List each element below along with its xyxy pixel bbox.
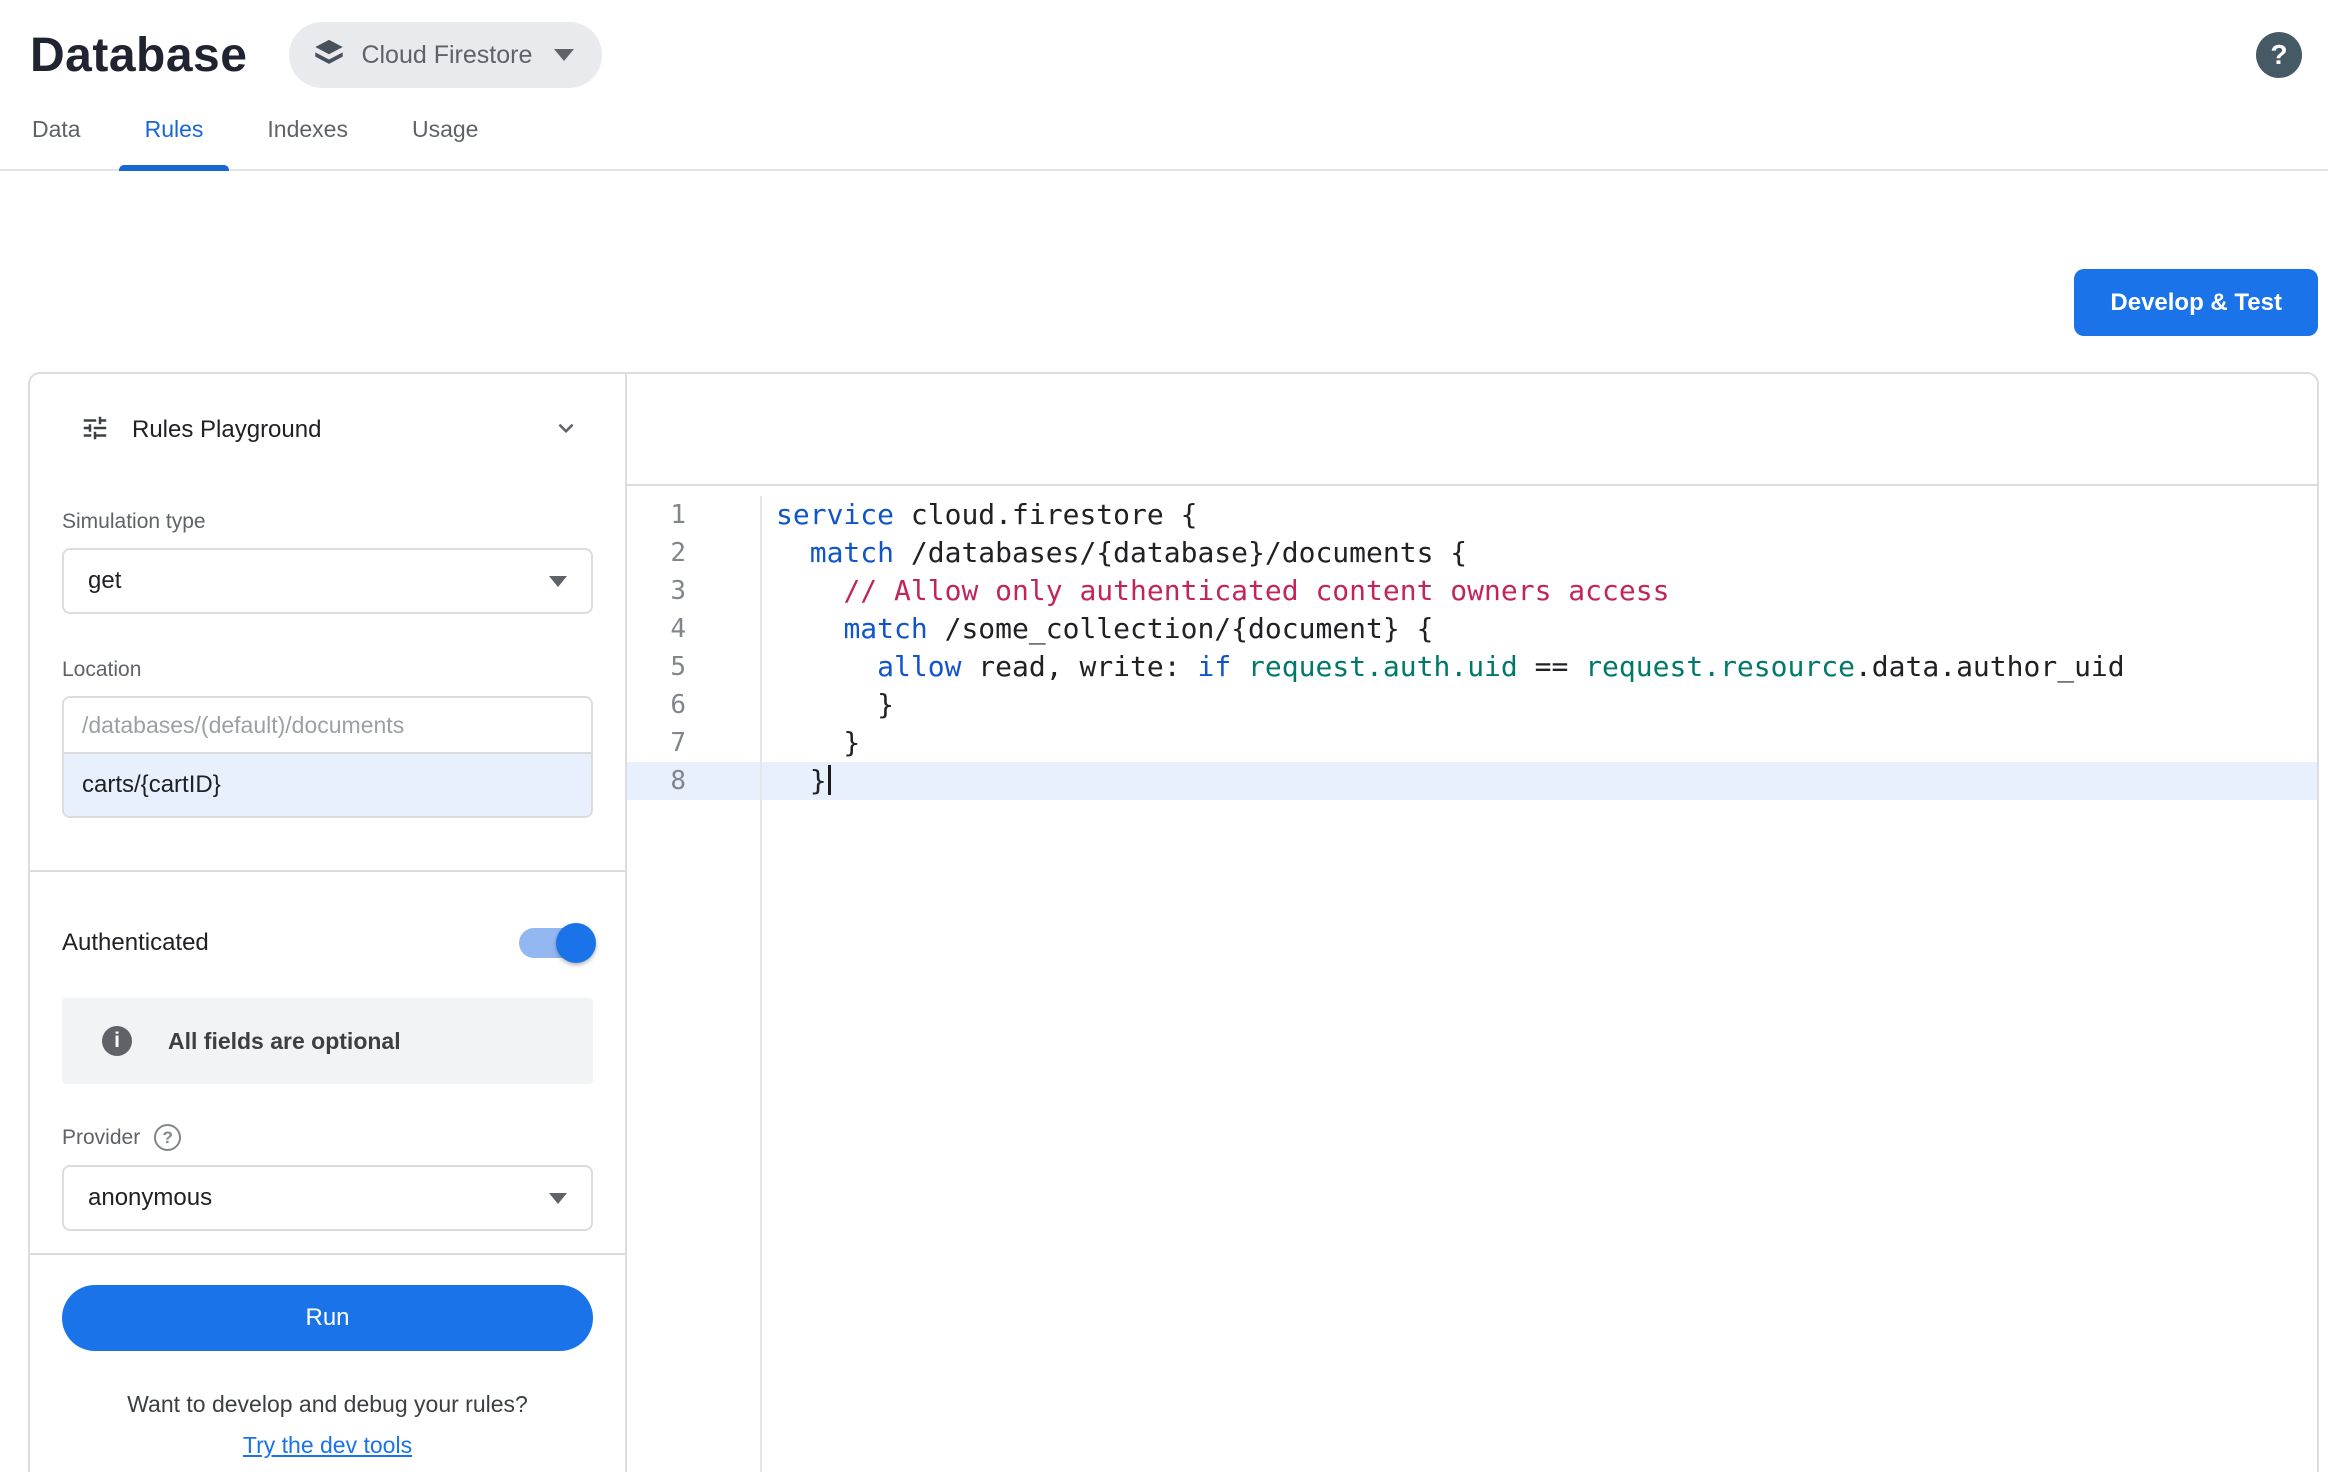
location-label: Location	[62, 658, 593, 682]
tab-bar: Data Rules Indexes Usage	[0, 116, 2328, 171]
text-cursor	[828, 765, 831, 795]
dev-tools-link[interactable]: Try the dev tools	[62, 1432, 593, 1459]
code-line[interactable]: match /databases/{database}/documents {	[762, 534, 2317, 572]
chevron-down-icon	[549, 1193, 567, 1204]
toggle-knob	[556, 923, 596, 963]
line-number: 2	[627, 534, 760, 572]
code-area[interactable]: service cloud.firestore { match /databas…	[762, 496, 2317, 1472]
line-number: 6	[627, 686, 760, 724]
run-button[interactable]: Run	[62, 1285, 593, 1351]
provider-value: anonymous	[88, 1184, 212, 1212]
provider-row: Provider ?	[62, 1124, 593, 1151]
info-message: All fields are optional	[168, 1028, 401, 1055]
code-line[interactable]: allow read, write: if request.auth.uid =…	[762, 648, 2317, 686]
chevron-down-icon	[554, 49, 574, 61]
rules-code-editor: 12345678 service cloud.firestore { match…	[627, 374, 2317, 1472]
sidebar-divider	[30, 870, 625, 872]
develop-and-test-button[interactable]: Develop & Test	[2074, 269, 2318, 336]
tab-usage[interactable]: Usage	[380, 116, 510, 169]
code-line[interactable]: }	[762, 686, 2317, 724]
provider-label: Provider	[62, 1126, 140, 1150]
rules-playground-body: Simulation type get Location Authenticat…	[30, 486, 625, 1459]
location-input-group	[62, 696, 593, 818]
simulation-type-label: Simulation type	[62, 510, 593, 534]
location-base-input[interactable]	[64, 698, 591, 754]
line-number: 5	[627, 648, 760, 686]
help-button[interactable]: ?	[2256, 32, 2302, 78]
rules-playground-header[interactable]: Rules Playground	[30, 374, 625, 486]
tune-icon	[80, 413, 110, 448]
editor-body: 12345678 service cloud.firestore { match…	[627, 486, 2317, 1472]
tab-rules[interactable]: Rules	[113, 116, 236, 169]
tab-data[interactable]: Data	[0, 116, 113, 169]
code-line[interactable]: // Allow only authenticated content owne…	[762, 572, 2317, 610]
code-line[interactable]: match /some_collection/{document} {	[762, 610, 2317, 648]
line-number: 3	[627, 572, 760, 610]
authenticated-row: Authenticated	[62, 928, 593, 958]
product-selector-label: Cloud Firestore	[361, 41, 532, 70]
code-line[interactable]: }	[762, 724, 2317, 762]
code-line[interactable]: }	[762, 762, 2317, 800]
actions-row: Develop & Test	[0, 269, 2328, 336]
info-banner: i All fields are optional	[62, 998, 593, 1084]
collapse-chevron-down-icon[interactable]	[551, 413, 581, 448]
firestore-icon	[313, 37, 345, 74]
rules-panel: Rules Playground Simulation type get Loc…	[28, 372, 2319, 1472]
provider-help-icon[interactable]: ?	[154, 1124, 181, 1151]
info-icon: i	[102, 1026, 132, 1056]
dev-tools-prompt: Want to develop and debug your rules?	[62, 1391, 593, 1418]
rules-playground-title: Rules Playground	[132, 416, 321, 444]
authenticated-label: Authenticated	[62, 929, 209, 957]
page-title: Database	[30, 28, 247, 83]
simulation-type-select[interactable]: get	[62, 548, 593, 614]
line-number: 4	[627, 610, 760, 648]
authenticated-toggle[interactable]	[519, 928, 593, 958]
product-selector-dropdown[interactable]: Cloud Firestore	[289, 22, 602, 88]
line-number: 1	[627, 496, 760, 534]
editor-toolbar	[627, 374, 2317, 486]
rules-playground-sidebar: Rules Playground Simulation type get Loc…	[30, 374, 627, 1472]
line-number: 7	[627, 724, 760, 762]
sidebar-divider	[30, 1253, 625, 1255]
line-number: 8	[627, 762, 760, 800]
provider-select[interactable]: anonymous	[62, 1165, 593, 1231]
chevron-down-icon	[549, 576, 567, 587]
page-header: Database Cloud Firestore ?	[0, 0, 2328, 88]
tab-indexes[interactable]: Indexes	[235, 116, 380, 169]
simulation-type-value: get	[88, 567, 121, 595]
code-line[interactable]: service cloud.firestore {	[762, 496, 2317, 534]
line-number-gutter: 12345678	[627, 496, 762, 1472]
location-path-input[interactable]	[64, 754, 591, 816]
